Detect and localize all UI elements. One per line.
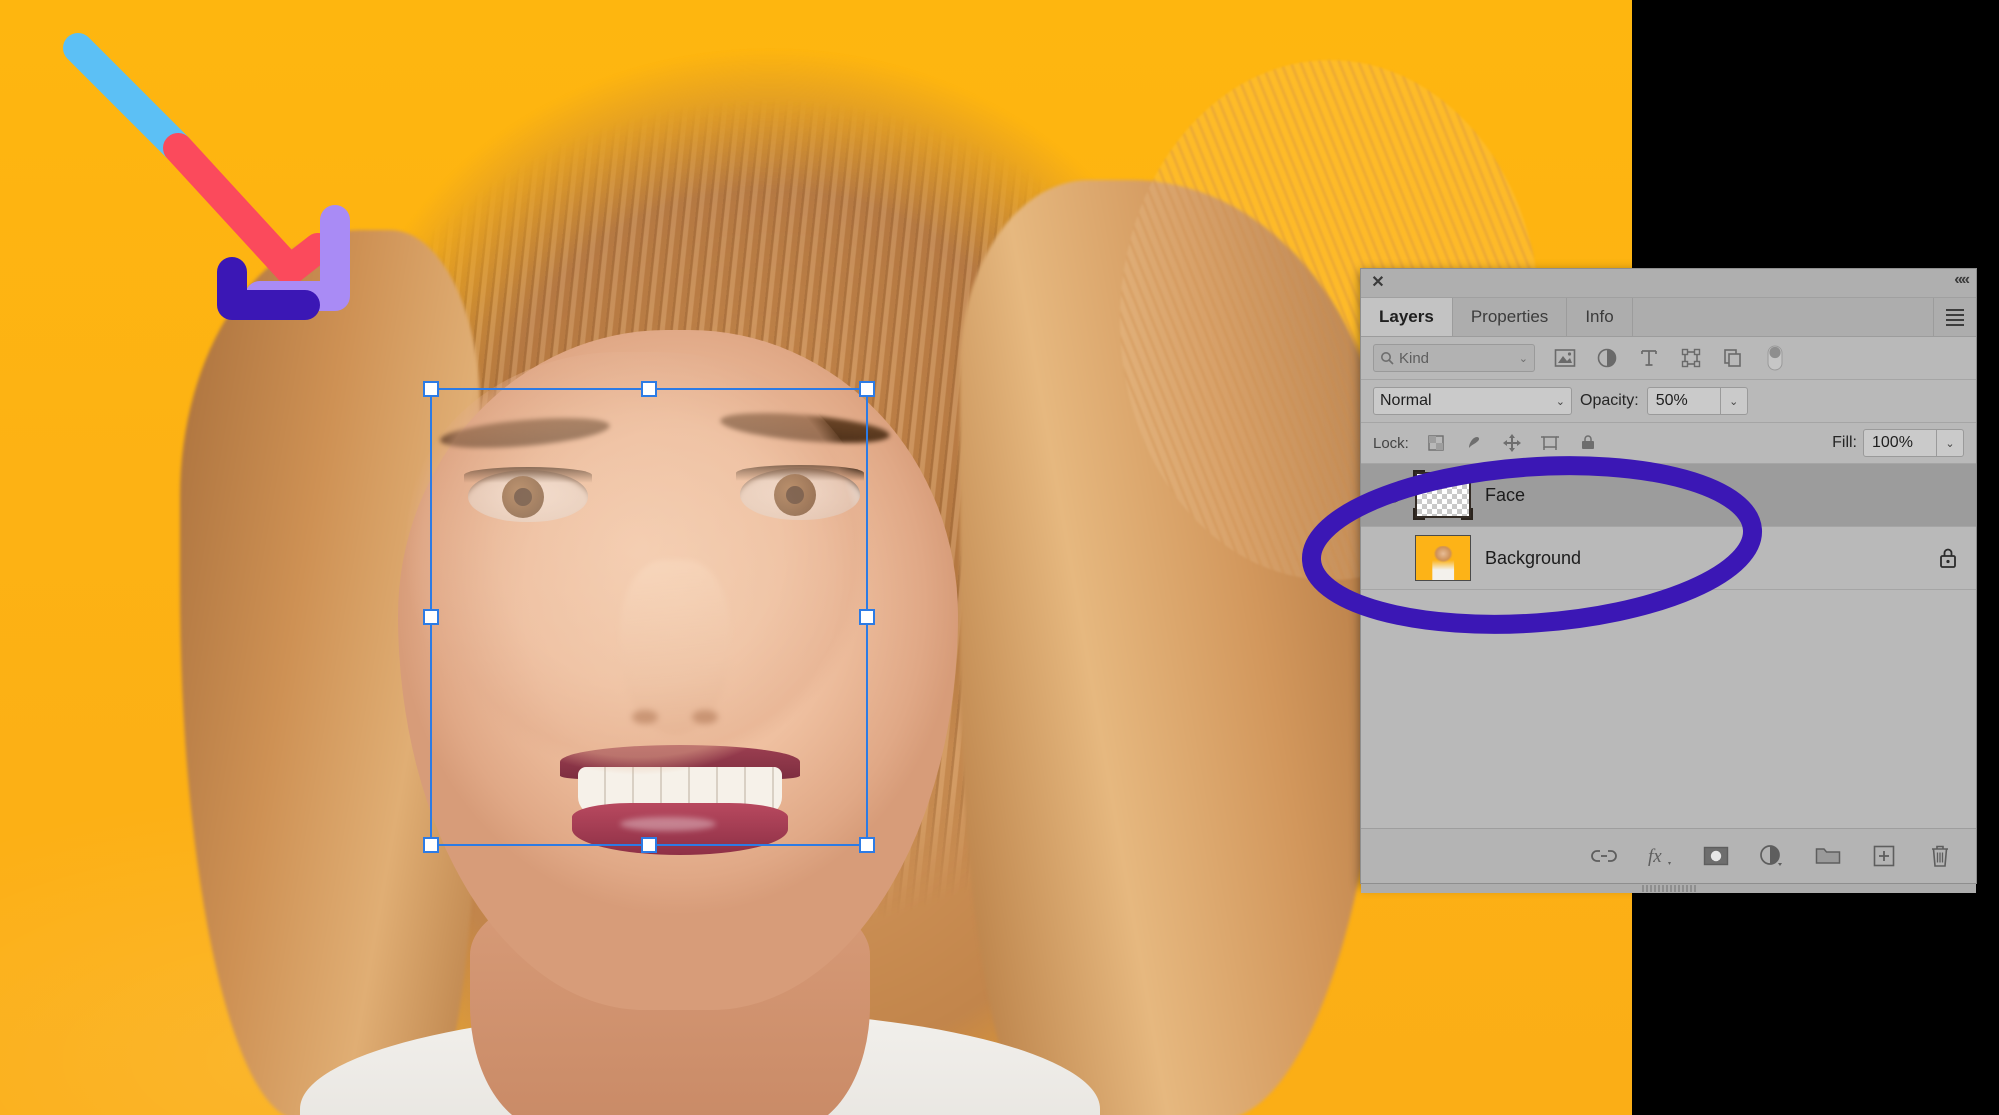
layer-list: Face Background xyxy=(1361,464,1976,590)
background-lock-icon xyxy=(1938,547,1958,569)
filter-kind-select[interactable]: Kind ⌄ xyxy=(1373,344,1535,372)
tab-bar-spacer xyxy=(1633,298,1934,336)
add-layer-mask-button[interactable] xyxy=(1702,842,1730,870)
filter-toggle-switch[interactable] xyxy=(1763,345,1787,371)
new-adjustment-layer-button[interactable] xyxy=(1758,842,1786,870)
filter-pixel-layers-icon[interactable] xyxy=(1553,346,1577,370)
delete-layer-button[interactable] xyxy=(1926,842,1954,870)
layer-filter-row: Kind ⌄ xyxy=(1361,337,1976,380)
fill-group: Fill: 100% ⌄ xyxy=(1832,429,1964,457)
opacity-value: 50% xyxy=(1655,392,1688,409)
tab-properties[interactable]: Properties xyxy=(1452,298,1568,336)
fill-label: Fill: xyxy=(1832,434,1857,451)
eye-icon xyxy=(1380,487,1404,503)
handle-top-left[interactable] xyxy=(423,381,439,397)
filter-adjustment-layers-icon[interactable] xyxy=(1595,346,1619,370)
chevron-down-icon: ⌄ xyxy=(1555,395,1565,408)
layer-row-background[interactable]: Background xyxy=(1361,527,1976,590)
handle-bottom-left[interactable] xyxy=(423,837,439,853)
lock-all-icon[interactable] xyxy=(1577,432,1599,454)
lock-label: Lock: xyxy=(1373,434,1409,452)
layer-thumbnail-background[interactable] xyxy=(1415,535,1471,581)
tab-info[interactable]: Info xyxy=(1567,298,1633,336)
fill-value: 100% xyxy=(1872,434,1913,451)
blend-mode-value: Normal xyxy=(1380,392,1432,409)
panel-close-button[interactable]: ✕ xyxy=(1369,273,1387,291)
filter-smart-object-icon[interactable] xyxy=(1721,346,1745,370)
fill-stepper-chevron-down-icon[interactable]: ⌄ xyxy=(1936,430,1963,456)
layer-row-face[interactable]: Face xyxy=(1361,464,1976,527)
layer-name-background[interactable]: Background xyxy=(1485,548,1581,569)
tab-layers[interactable]: Layers xyxy=(1361,298,1453,336)
lock-image-pixels-icon[interactable] xyxy=(1463,432,1485,454)
layer-visibility-toggle-face[interactable] xyxy=(1369,487,1415,503)
link-layers-button[interactable] xyxy=(1590,842,1618,870)
lock-transparent-pixels-icon[interactable] xyxy=(1425,432,1447,454)
layers-panel-bottom-toolbar: fx xyxy=(1361,828,1976,883)
opacity-stepper-chevron-down-icon[interactable]: ⌄ xyxy=(1719,388,1747,414)
lock-row: Lock: Fill: 100% ⌄ xyxy=(1361,423,1976,464)
opacity-label: Opacity: xyxy=(1580,392,1639,409)
new-group-button[interactable] xyxy=(1814,842,1842,870)
panel-tab-bar: Layers Properties Info xyxy=(1361,298,1976,337)
new-layer-button[interactable] xyxy=(1870,842,1898,870)
panel-collapse-button[interactable]: «« xyxy=(1954,271,1970,289)
handle-top-center[interactable] xyxy=(641,381,657,397)
search-icon xyxy=(1380,351,1394,365)
lock-artboard-nesting-icon[interactable] xyxy=(1539,432,1561,454)
handle-bottom-center[interactable] xyxy=(641,837,657,853)
panel-bottom-scrollbar[interactable] xyxy=(1361,884,1976,893)
lock-position-icon[interactable] xyxy=(1501,432,1523,454)
layers-panel[interactable]: ✕ «« Layers Properties Info Kind ⌄ Norma… xyxy=(1360,268,1977,893)
fill-field[interactable]: 100% ⌄ xyxy=(1863,429,1964,457)
screen-root: ✕ «« Layers Properties Info Kind ⌄ Norma… xyxy=(0,0,1999,1115)
layer-name-face[interactable]: Face xyxy=(1485,485,1525,506)
opacity-field[interactable]: 50% ⌄ xyxy=(1646,387,1748,415)
panel-titlebar: ✕ «« xyxy=(1361,269,1976,298)
handle-top-right[interactable] xyxy=(859,381,875,397)
handle-middle-left[interactable] xyxy=(423,609,439,625)
handle-middle-right[interactable] xyxy=(859,609,875,625)
panel-resize-grip[interactable] xyxy=(1641,885,1696,892)
blend-mode-row: Normal ⌄ Opacity: 50% ⌄ xyxy=(1361,380,1976,423)
filter-icon-group xyxy=(1553,345,1787,371)
svg-text:fx: fx xyxy=(1648,846,1662,867)
transform-selection-box[interactable] xyxy=(423,381,875,853)
handle-bottom-right[interactable] xyxy=(859,837,875,853)
layer-style-button[interactable]: fx xyxy=(1646,842,1674,870)
layer-thumbnail-face[interactable] xyxy=(1413,470,1473,520)
filter-shape-layers-icon[interactable] xyxy=(1679,346,1703,370)
panel-menu-button[interactable] xyxy=(1934,298,1976,336)
filter-type-layers-icon[interactable] xyxy=(1637,346,1661,370)
blend-mode-select[interactable]: Normal ⌄ xyxy=(1373,387,1572,415)
filter-kind-label: Kind xyxy=(1399,349,1430,367)
chevron-down-icon: ⌄ xyxy=(1518,352,1528,365)
